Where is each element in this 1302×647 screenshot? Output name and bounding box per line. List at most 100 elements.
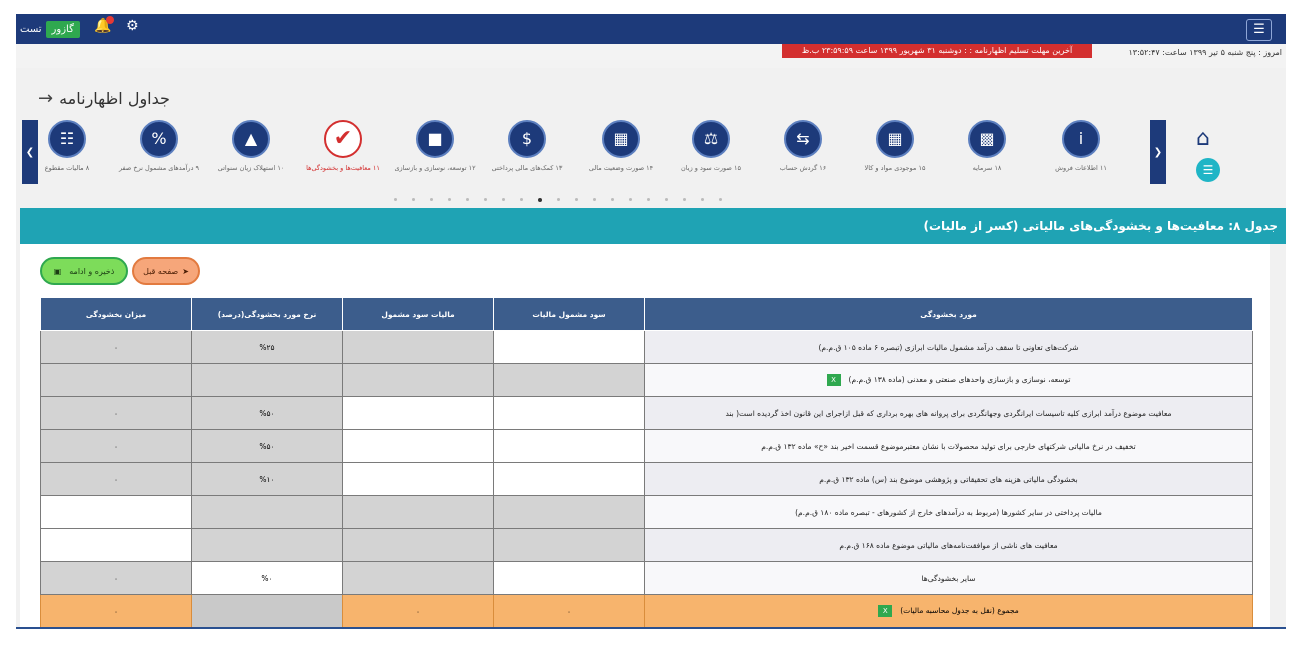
carousel-item[interactable]: % ۹ درآمدهای مشمول نرخ صفر bbox=[114, 120, 204, 173]
carousel-item[interactable]: i ۱۱ اطلاعات فروش bbox=[1036, 120, 1126, 173]
hamburger-icon[interactable]: ☰ bbox=[1246, 19, 1272, 41]
profit-cell bbox=[493, 495, 645, 529]
user-name-badge[interactable]: گازور bbox=[45, 20, 80, 38]
amount-input[interactable] bbox=[40, 528, 192, 562]
carousel-item-label: ۱۸ سرمایه bbox=[972, 164, 1002, 172]
carousel-item[interactable]: ■ ۱۲ توسعه، نوسازی و بازسازی bbox=[390, 120, 480, 173]
carousel-item-label: ۱۵ صورت سود و زیان bbox=[681, 164, 741, 172]
pagination-dot[interactable] bbox=[466, 198, 469, 201]
pagination-dot[interactable] bbox=[701, 198, 704, 201]
rate-cell: %۲۵ bbox=[191, 330, 343, 364]
carousel-item-label: ۱۵ موجودی مواد و کالا bbox=[864, 164, 926, 172]
table-row: ۰ %۵۰ معافیت موضوع درآمد ابرازی کلیه تاس… bbox=[40, 396, 1253, 430]
page-title-text: جداول اظهارنامه bbox=[59, 89, 170, 108]
pagination-dot[interactable] bbox=[665, 198, 668, 201]
item-desc: شرکت‌های تعاونی تا سقف درآمد مشمول مالیا… bbox=[644, 330, 1253, 364]
profit-input[interactable] bbox=[493, 330, 645, 364]
total-tax: ۰ bbox=[342, 594, 494, 628]
profit-input[interactable] bbox=[493, 396, 645, 430]
pagination-dot[interactable] bbox=[593, 198, 596, 201]
info-icon: i bbox=[1062, 120, 1100, 158]
rate-cell: %۵۰ bbox=[191, 429, 343, 463]
total-profit: ۰ bbox=[493, 594, 645, 628]
amount-cell: ۰ bbox=[40, 561, 192, 595]
pagination-dot[interactable] bbox=[575, 198, 578, 201]
profit-input[interactable] bbox=[493, 462, 645, 496]
pagination-dot[interactable] bbox=[683, 198, 686, 201]
user-menu[interactable]: گازور تست bbox=[20, 18, 80, 40]
carousel-item[interactable]: ▩ ۱۸ سرمایه bbox=[942, 120, 1032, 173]
carousel-item[interactable]: ⇆ ۱۶ گردش حساب bbox=[758, 120, 848, 173]
carousel-item[interactable]: ▲ ۱۰ استهلاک زیان سنواتی bbox=[206, 120, 296, 173]
top-navbar: گازور تست 🔔 ⚙ ☰ bbox=[16, 14, 1286, 44]
item-desc: سایر بخشودگی‌ها bbox=[644, 561, 1253, 595]
calculator-icon: ▦ bbox=[602, 120, 640, 158]
user-role-label: تست bbox=[20, 23, 42, 35]
table-row: ۰ %۵۰ تخفیف در نرخ مالیاتی شرکتهای خارجی… bbox=[40, 429, 1253, 463]
pagination-dot[interactable] bbox=[394, 198, 397, 201]
rate-cell: %۵۰ bbox=[191, 396, 343, 430]
header-rate: نرخ مورد بخشودگی(درصد) bbox=[191, 297, 343, 331]
previous-page-label: صفحه قبل bbox=[143, 266, 179, 276]
carousel-item-label: ۱۳ کمک‌های مالی پرداختی bbox=[491, 164, 563, 172]
previous-page-button[interactable]: ➤ صفحه قبل bbox=[132, 257, 200, 285]
pagination-dot[interactable] bbox=[557, 198, 560, 201]
pagination-dot[interactable] bbox=[520, 198, 523, 201]
carousel-item-label: ۱۶ گردش حساب bbox=[779, 164, 827, 172]
table-panel: ➤ صفحه قبل ذخیره و ادامه ▣ میزان بخشودگی… bbox=[20, 244, 1270, 628]
list-icon[interactable]: ☰ bbox=[1196, 158, 1220, 182]
table-row: معافیت های ناشی از موافقت‌نامه‌های مالیا… bbox=[40, 528, 1253, 562]
profit-input[interactable] bbox=[493, 561, 645, 595]
profit-cell bbox=[493, 363, 645, 397]
excel-icon[interactable]: X bbox=[826, 374, 841, 386]
pagination-dot[interactable] bbox=[484, 198, 487, 201]
excel-icon[interactable]: X bbox=[878, 605, 893, 617]
tax-input[interactable] bbox=[342, 396, 494, 430]
save-continue-button[interactable]: ذخیره و ادامه ▣ bbox=[40, 257, 128, 285]
profit-input[interactable] bbox=[493, 429, 645, 463]
pagination-dot[interactable] bbox=[538, 198, 542, 202]
item-desc: توسعه، نوسازی و بازسازی واحدهای صنعتی و … bbox=[644, 363, 1253, 397]
pagination-dot[interactable] bbox=[629, 198, 632, 201]
pagination-dot[interactable] bbox=[611, 198, 614, 201]
carousel-item[interactable]: ▦ ۱۴ صورت وضعیت مالی bbox=[576, 120, 666, 173]
tax-input[interactable] bbox=[342, 429, 494, 463]
pagination-dot[interactable] bbox=[502, 198, 505, 201]
item-desc: تخفیف در نرخ مالیاتی شرکتهای خارجی برای … bbox=[644, 429, 1253, 463]
tax-cell bbox=[342, 330, 494, 364]
carousel-item[interactable]: ▦ ۱۵ موجودی مواد و کالا bbox=[850, 120, 940, 173]
carousel-next-button[interactable]: ❯ bbox=[1150, 120, 1166, 184]
back-arrow-icon[interactable]: → bbox=[38, 88, 53, 109]
pagination-dot[interactable] bbox=[430, 198, 433, 201]
total-amount: ۰ bbox=[40, 594, 192, 628]
total-desc: مجموع (نقل به جدول محاسبه مالیات)X bbox=[644, 594, 1253, 628]
pagination-dot[interactable] bbox=[647, 198, 650, 201]
tax-cell bbox=[342, 363, 494, 397]
table-row: مالیات پرداختی در سایر کشورها (مربوط به … bbox=[40, 495, 1253, 529]
tax-input[interactable] bbox=[342, 462, 494, 496]
carousel-item[interactable]: $ ۱۳ کمک‌های مالی پرداختی bbox=[482, 120, 572, 173]
pagination-dot[interactable] bbox=[719, 198, 722, 201]
percent-icon: % bbox=[140, 120, 178, 158]
carousel-item-active[interactable]: ✔ ۱۱ معافیت‌ها و بخشودگی‌ها bbox=[298, 120, 388, 173]
item-desc: مالیات پرداختی در سایر کشورها (مربوط به … bbox=[644, 495, 1253, 529]
section-title: جدول ۸: معافیت‌ها و بخشودگی‌های مالیاتی … bbox=[20, 208, 1286, 244]
carousel-item-label: ۱۱ معافیت‌ها و بخشودگی‌ها bbox=[306, 164, 380, 172]
inventory-icon: ▦ bbox=[876, 120, 914, 158]
settings-icon[interactable]: ⚙ bbox=[126, 18, 139, 34]
carousel-item-label: ۸ مالیات مقطوع bbox=[44, 164, 90, 172]
amount-input[interactable] bbox=[40, 495, 192, 529]
pagination-dot[interactable] bbox=[412, 198, 415, 201]
rate-input[interactable]: %۰ bbox=[191, 561, 343, 595]
save-icon: ▣ bbox=[53, 266, 62, 276]
carousel-item[interactable]: ⚖ ۱۵ صورت سود و زیان bbox=[666, 120, 756, 173]
deadline-banner: آخرین مهلت تسلیم اظهارنامه : : دوشنبه ۳۱… bbox=[782, 44, 1092, 58]
notification-badge bbox=[106, 16, 114, 24]
home-icon[interactable]: ⌂ bbox=[1196, 126, 1210, 151]
pagination-dot[interactable] bbox=[448, 198, 451, 201]
tax-cell bbox=[342, 528, 494, 562]
carousel-item[interactable]: ☷ ۸ مالیات مقطوع bbox=[22, 120, 112, 173]
item-desc: معافیت موضوع درآمد ابرازی کلیه تاسیسات ا… bbox=[644, 396, 1253, 430]
rate-cell: %۱۰ bbox=[191, 462, 343, 496]
exemptions-table: میزان بخشودگی نرخ مورد بخشودگی(درصد) مال… bbox=[40, 297, 1253, 628]
